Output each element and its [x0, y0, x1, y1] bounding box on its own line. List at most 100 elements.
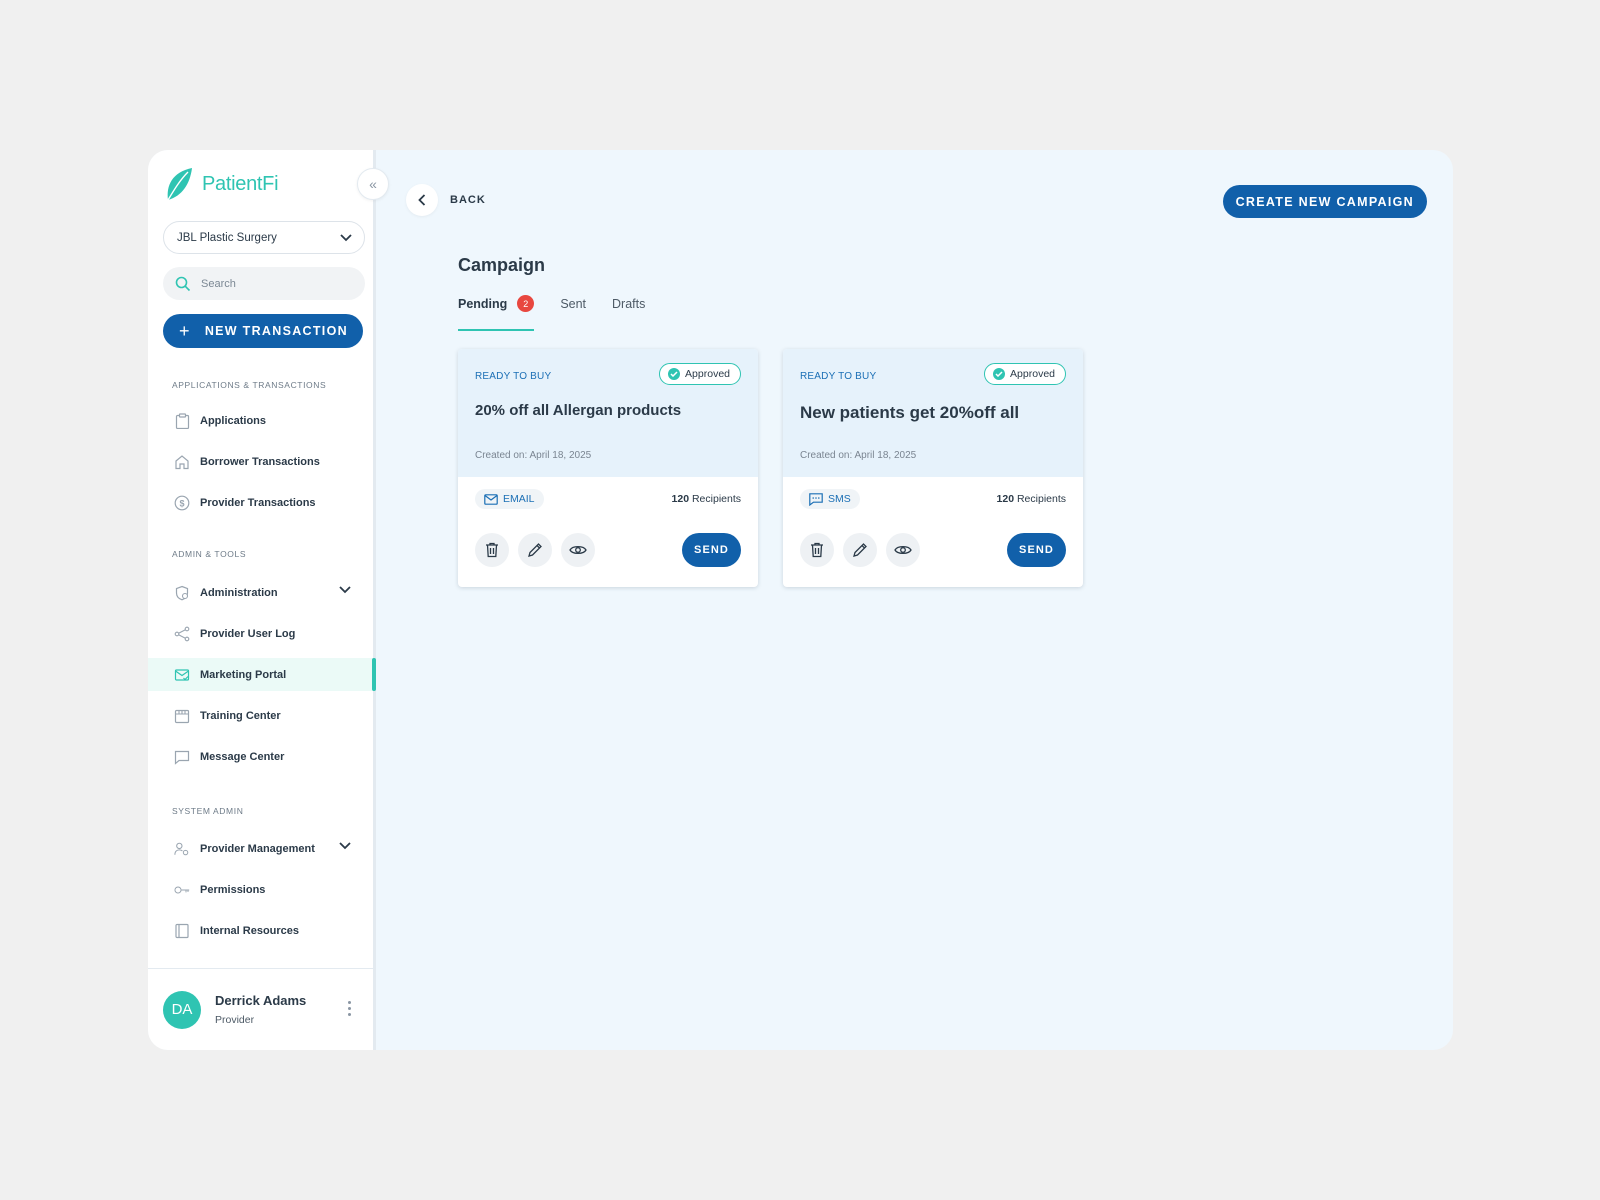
create-new-campaign-button[interactable]: CREATE NEW CAMPAIGN — [1222, 185, 1427, 218]
preview-button[interactable] — [561, 533, 595, 567]
channel-label: EMAIL — [503, 493, 535, 505]
user-panel[interactable]: DA Derrick Adams Provider — [148, 968, 373, 1050]
sidebar-item-administration[interactable]: Administration — [148, 576, 373, 609]
clipboard-icon — [174, 412, 190, 429]
sidebar-item-label: Administration — [200, 586, 278, 599]
status-label: Approved — [1010, 368, 1055, 380]
sidebar-item-applications[interactable]: Applications — [148, 404, 373, 437]
sidebar-item-training-center[interactable]: Training Center — [148, 699, 373, 732]
section-title-system-admin: SYSTEM ADMIN — [172, 806, 244, 816]
campaign-created-date: Created on: April 18, 2025 — [475, 450, 592, 461]
sidebar-item-label: Marketing Portal — [200, 668, 287, 681]
tab-sent[interactable]: Sent — [560, 295, 586, 331]
recipients-number: 120 — [996, 493, 1015, 505]
sidebar-item-label: Permissions — [200, 883, 266, 896]
campaign-card: READY TO BUY Approved New patients get 2… — [783, 349, 1083, 587]
pencil-icon — [528, 543, 542, 557]
campaign-type: READY TO BUY — [475, 371, 552, 382]
sidebar-item-permissions[interactable]: Permissions — [148, 873, 373, 906]
send-button[interactable]: SEND — [1007, 533, 1066, 567]
edit-button[interactable] — [843, 533, 877, 567]
search-input[interactable] — [201, 277, 351, 290]
campaign-tabs: Pending 2 Sent Drafts — [458, 295, 645, 331]
campaign-title: 20% off all Allergan products — [475, 402, 682, 419]
avatar: DA — [163, 990, 201, 1029]
recipients-label: Recipients — [1016, 493, 1066, 505]
edit-button[interactable] — [518, 533, 552, 567]
section-title-admin-tools: ADMIN & TOOLS — [172, 549, 247, 559]
section-title-applications: APPLICATIONS & TRANSACTIONS — [172, 380, 327, 390]
sidebar-item-marketing-portal[interactable]: Marketing Portal — [148, 658, 376, 691]
campaign-cards: READY TO BUY Approved 20% off all Allerg… — [458, 349, 1083, 587]
tab-pending[interactable]: Pending 2 — [458, 295, 535, 331]
check-circle-icon — [668, 368, 681, 380]
check-circle-icon — [993, 368, 1006, 380]
plus-icon: + — [179, 320, 191, 341]
campaign-card: READY TO BUY Approved 20% off all Allerg… — [458, 349, 758, 587]
main-content: BACK CREATE NEW CAMPAIGN Campaign Pendin… — [376, 150, 1453, 1050]
tab-label: Sent — [560, 296, 587, 311]
more-options-icon[interactable] — [348, 1001, 351, 1016]
sidebar-item-label: Applications — [200, 414, 267, 427]
dollar-circle-icon: $ — [174, 495, 190, 511]
status-badge: Approved — [984, 363, 1066, 385]
trash-icon — [811, 542, 823, 558]
share-icon — [174, 626, 190, 642]
send-button[interactable]: SEND — [682, 533, 741, 567]
channel-badge: EMAIL — [475, 489, 544, 509]
back-label: BACK — [450, 194, 486, 206]
eye-icon — [894, 545, 912, 555]
eye-icon — [569, 545, 587, 555]
preview-button[interactable] — [886, 533, 920, 567]
sidebar-item-provider-transactions[interactable]: $ Provider Transactions — [148, 486, 373, 519]
sidebar-item-provider-management[interactable]: Provider Management — [148, 832, 373, 865]
new-transaction-label: NEW TRANSACTION — [204, 324, 348, 338]
sidebar-item-internal-resources[interactable]: Internal Resources — [148, 914, 373, 947]
user-role: Provider — [215, 1014, 255, 1026]
recipients-count: 120 Recipients — [997, 493, 1066, 505]
key-icon — [174, 882, 190, 898]
patientfi-logo[interactable]: PatientFi — [164, 166, 279, 202]
sidebar-item-label: Provider Management — [200, 842, 315, 855]
tab-label: Drafts — [612, 296, 646, 311]
sidebar-item-label: Provider User Log — [200, 627, 296, 640]
sidebar-item-label: Training Center — [200, 709, 281, 722]
chevron-down-icon — [339, 842, 351, 850]
sidebar-item-borrower-transactions[interactable]: Borrower Transactions — [148, 445, 373, 478]
card-actions — [475, 533, 595, 567]
collapse-sidebar-button[interactable]: « — [357, 168, 389, 200]
campaign-title: New patients get 20%off all — [800, 403, 1020, 422]
mail-check-icon — [174, 667, 190, 683]
status-badge: Approved — [659, 363, 741, 385]
recipients-number: 120 — [671, 493, 690, 505]
chat-icon — [174, 749, 190, 765]
chevron-down-icon — [339, 586, 351, 594]
app-window: PatientFi « JBL Plastic Surgery + NEW TR… — [148, 150, 1453, 1050]
double-chevron-left-icon: « — [369, 176, 377, 192]
new-transaction-button[interactable]: + NEW TRANSACTION — [163, 314, 363, 348]
channel-label: SMS — [828, 493, 851, 505]
user-name: Derrick Adams — [215, 993, 307, 1008]
search-bar — [163, 267, 365, 300]
home-icon — [174, 454, 190, 470]
chevron-down-icon — [340, 233, 352, 241]
delete-button[interactable] — [475, 533, 509, 567]
pending-count-badge: 2 — [517, 295, 535, 312]
search-icon — [175, 276, 191, 291]
sidebar-item-message-center[interactable]: Message Center — [148, 740, 373, 773]
back-button[interactable]: BACK — [406, 184, 486, 216]
sidebar-item-provider-user-log[interactable]: Provider User Log — [148, 617, 373, 650]
shield-gear-icon — [174, 585, 190, 601]
sidebar-item-label: Borrower Transactions — [200, 455, 320, 468]
chevron-left-icon — [406, 184, 438, 216]
sms-icon — [809, 492, 823, 506]
channel-badge: SMS — [800, 489, 860, 509]
organization-select[interactable]: JBL Plastic Surgery — [163, 221, 365, 254]
tab-drafts[interactable]: Drafts — [612, 295, 645, 331]
delete-button[interactable] — [800, 533, 834, 567]
sidebar: PatientFi « JBL Plastic Surgery + NEW TR… — [148, 150, 389, 1050]
sidebar-item-label: Internal Resources — [200, 924, 300, 937]
calendar-icon — [174, 708, 190, 724]
tab-label: Pending — [458, 296, 508, 311]
campaign-type: READY TO BUY — [800, 371, 877, 382]
